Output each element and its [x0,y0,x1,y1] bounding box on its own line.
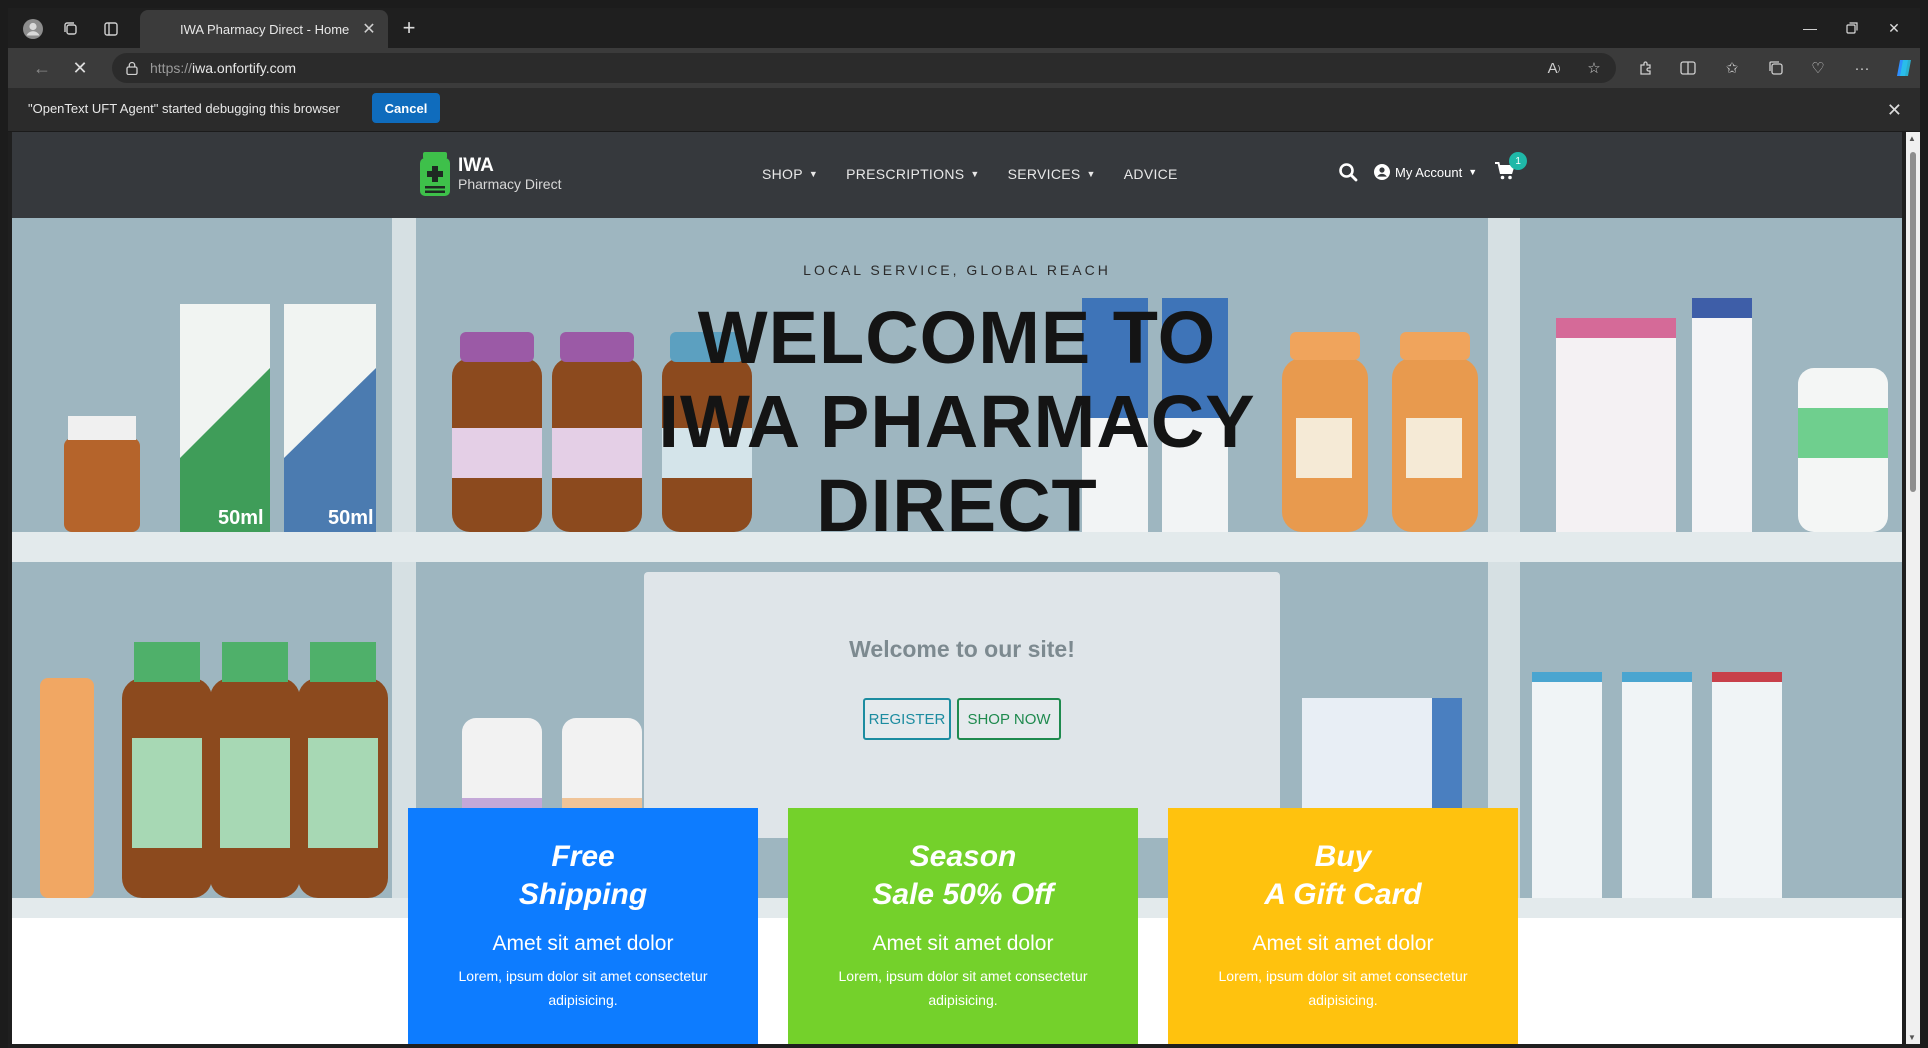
site-logo[interactable]: IWA Pharmacy Direct [420,152,561,196]
hero-title-line-3: DIRECT [816,464,1098,547]
nav-advice-label: ADVICE [1123,166,1178,182]
chevron-down-icon: ▼ [1468,167,1478,177]
collections-icon[interactable] [1764,57,1788,79]
nav-shop-label: SHOP [762,166,803,182]
promo-card-gift-card[interactable]: Buy A Gift Card Amet sit amet dolor Lorem… [1168,808,1518,1044]
back-arrow-icon[interactable]: ← [28,56,56,80]
hero-title-line-1: WELCOME TO [697,296,1217,379]
card-title-line-2: Shipping [518,878,648,911]
site-header: IWA Pharmacy Direct SHOP ▼ PRESCRIPTIONS ▼… [12,132,1902,218]
nav-prescriptions-label: PRESCRIPTIONS [846,166,965,182]
card-text: Lorem, ipsum dolor sit amet consectetur … [838,968,1088,1008]
nav-advice[interactable]: ADVICE [1124,166,1178,182]
vertical-tabs-icon[interactable] [98,16,124,42]
scroll-down-arrow-icon[interactable]: ▼ [1908,1033,1916,1042]
register-button[interactable]: REGISTER [863,698,951,740]
lock-icon[interactable] [126,61,138,75]
card-title-line-1: Buy [1314,840,1372,873]
cart-button[interactable]: 1 [1495,152,1528,182]
card-title-line-2: A Gift Card [1264,878,1422,911]
my-account-menu[interactable]: My Account ▼ [1374,164,1477,180]
minimize-icon[interactable]: — [1790,16,1830,40]
scrollbar-thumb[interactable] [1910,152,1916,492]
card-title-line-1: Season [909,840,1017,873]
promo-card-season-sale[interactable]: Season Sale 50% Off Amet sit amet dolor L… [788,808,1138,1044]
card-title-line-1: Free [551,840,615,873]
favorites-icon[interactable]: ✩ [1720,57,1744,79]
address-bar-row: ← ✕ https://iwa.onfortify.com A) ☆ ✩ ♡ ·… [8,48,1920,88]
url-host: iwa.onfortify.com [192,60,297,76]
extensions-icon[interactable] [1634,57,1658,79]
nav-services-label: SERVICES [1007,166,1081,182]
read-aloud-icon[interactable]: A) [1542,57,1566,79]
tab-close-icon[interactable]: ✕ [360,19,378,39]
hero-title: WELCOME TO IWA PHARMACY DIRECT [12,296,1902,548]
chevron-down-icon: ▼ [970,169,980,179]
browser-essentials-icon[interactable]: ♡ [1806,57,1830,79]
scroll-up-arrow-icon[interactable]: ▲ [1908,134,1916,143]
nav-prescriptions[interactable]: PRESCRIPTIONS ▼ [846,166,979,182]
page-viewport: IWA Pharmacy Direct SHOP ▼ PRESCRIPTIONS ▼… [12,132,1902,1044]
card-text: Lorem, ipsum dolor sit amet consectetur … [1218,968,1468,1008]
chevron-down-icon: ▼ [1086,169,1096,179]
address-bar[interactable]: https://iwa.onfortify.com [112,53,1616,83]
welcome-title: Welcome to our site! [849,636,1075,662]
tab-title: IWA Pharmacy Direct - Home [180,21,350,37]
promo-cards: Free Shipping Amet sit amet dolor Lorem, … [408,808,1518,1044]
pill-bottle-logo-icon [420,152,450,196]
main-navigation: SHOP ▼ PRESCRIPTIONS ▼ SERVICES ▼ ADVICE [762,166,1206,182]
favorite-star-icon[interactable]: ☆ [1582,57,1606,79]
tab-strip: IWA Pharmacy Direct - Home ✕ + — ✕ [8,8,1920,48]
shop-now-button[interactable]: SHOP NOW [957,698,1061,740]
workspaces-icon[interactable] [58,16,84,42]
tab-active[interactable]: IWA Pharmacy Direct - Home ✕ [140,10,388,48]
nav-shop[interactable]: SHOP ▼ [762,166,818,182]
header-actions: My Account ▼ 1 [1338,152,1528,182]
infobar-cancel-button[interactable]: Cancel [372,93,440,123]
logo-name: IWA [458,154,494,176]
split-screen-icon[interactable] [1676,57,1700,79]
card-title: Season Sale 50% Off [788,838,1138,914]
my-account-label: My Account [1395,164,1463,180]
page-scrollbar[interactable]: ▲ ▼ [1906,132,1920,1044]
debugging-infobar: "OpenText UFT Agent" started debugging t… [8,88,1920,132]
card-subtitle: Amet sit amet dolor [872,932,1054,955]
card-title: Buy A Gift Card [1168,838,1518,914]
close-window-icon[interactable]: ✕ [1874,16,1914,40]
card-title-line-2: Sale 50% Off [872,878,1054,911]
infobar-close-icon[interactable]: ✕ [1887,100,1902,121]
stop-loading-icon[interactable]: ✕ [66,56,94,80]
card-title: Free Shipping [408,838,758,914]
copilot-icon[interactable] [1892,57,1916,79]
logo-subtitle: Pharmacy Direct [458,175,562,192]
url-text: https://iwa.onfortify.com [150,60,296,76]
restore-icon[interactable] [1832,16,1872,40]
more-options-icon[interactable]: ··· [1850,57,1874,79]
nav-services[interactable]: SERVICES ▼ [1008,166,1096,182]
card-subtitle: Amet sit amet dolor [492,932,674,955]
url-prefix: https:// [150,60,193,76]
card-text: Lorem, ipsum dolor sit amet consectetur … [458,968,708,1008]
hero-kicker: LOCAL SERVICE, GLOBAL REACH [803,262,1111,278]
profile-avatar-icon[interactable] [20,16,46,42]
browser-window: IWA Pharmacy Direct - Home ✕ + — ✕ ← ✕ h… [8,8,1920,1048]
hero-title-line-2: IWA PHARMACY [658,380,1256,463]
welcome-panel: Welcome to our site! REGISTER SHOP NOW [644,572,1280,838]
search-icon[interactable] [1338,162,1358,182]
infobar-message: "OpenText UFT Agent" started debugging t… [28,101,340,116]
chevron-down-icon: ▼ [808,169,819,179]
cart-count-badge: 1 [1509,152,1528,170]
new-tab-icon[interactable]: + [396,16,422,40]
user-circle-icon [1374,164,1390,180]
card-subtitle: Amet sit amet dolor [1252,932,1434,955]
promo-card-free-shipping[interactable]: Free Shipping Amet sit amet dolor Lorem, … [408,808,758,1044]
